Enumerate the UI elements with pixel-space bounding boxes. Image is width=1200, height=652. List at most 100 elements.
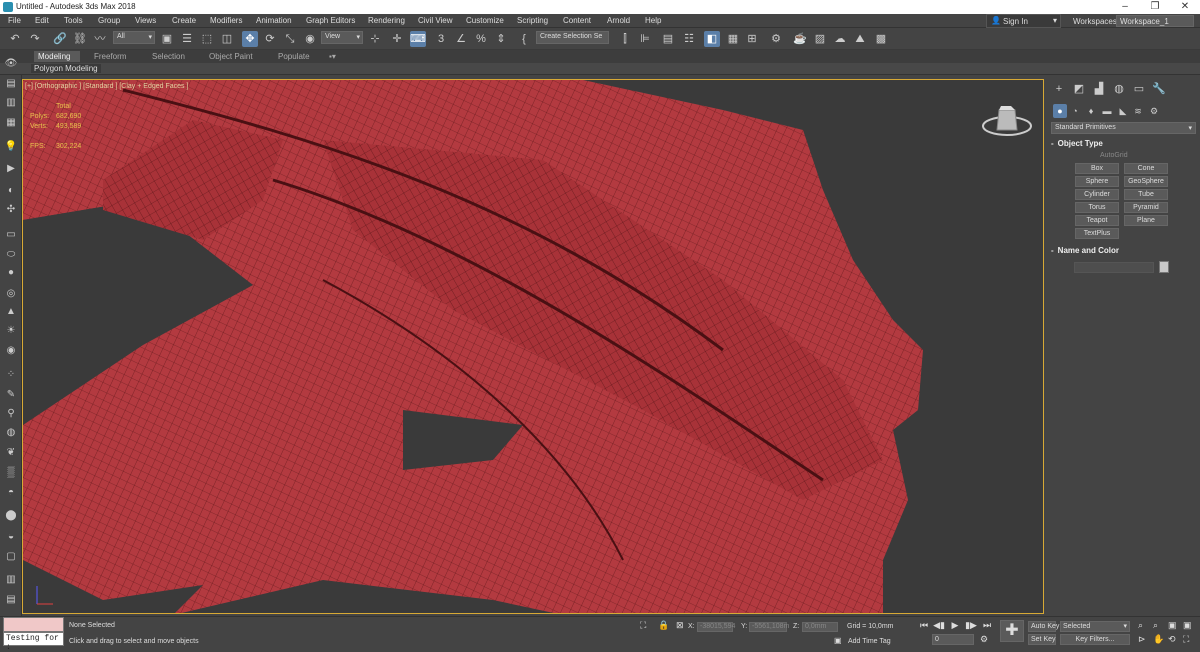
menu-civil-view[interactable]: Civil View [418,16,453,25]
auto-key-button[interactable]: Auto Key [1028,621,1059,632]
torus-icon[interactable]: ◎ [3,287,19,301]
isolate-icon[interactable]: ⛶ [640,620,646,631]
tab-modeling[interactable]: Modeling [34,51,80,62]
edit-named-sel-icon[interactable]: { [516,31,532,47]
manipulate-icon[interactable]: ✛ [389,31,405,47]
helper-icon[interactable]: ◐ [3,184,19,198]
menu-tools[interactable]: Tools [64,16,83,25]
curve-editor-icon[interactable]: ◧ [704,31,720,47]
y-coordinate-field[interactable]: -5561,108m [749,622,789,632]
menu-animation[interactable]: Animation [256,16,292,25]
display-tab-icon[interactable]: ▭ [1132,82,1146,96]
cone-icon[interactable]: ▲ [3,305,19,319]
menu-graph-editors[interactable]: Graph Editors [306,16,355,25]
zoom-icon[interactable]: ⌕ [1138,620,1143,631]
render-region-icon[interactable]: ▢ [3,550,19,564]
render-cloud-icon[interactable]: ☁ [832,31,848,47]
sun-icon[interactable]: ☀ [3,324,19,338]
primitive-type-dropdown[interactable]: Standard Primitives ▾ [1051,122,1196,134]
redo-icon[interactable]: ↷ [27,31,43,47]
pyramid-button[interactable]: Pyramid [1124,202,1168,213]
a360-gallery-icon[interactable]: ⛰ [852,31,868,47]
menu-modifiers[interactable]: Modifiers [210,16,242,25]
menu-group[interactable]: Group [98,16,120,25]
lock-selection-icon[interactable]: 🔒 [658,620,669,631]
cylinder-button[interactable]: Cylinder [1075,189,1119,200]
schematic-view-icon[interactable]: ▦ [725,31,741,47]
menu-customize[interactable]: Customize [466,16,504,25]
modify-tab-icon[interactable]: ◩ [1072,82,1086,96]
tab-freeform[interactable]: Freeform [90,51,130,62]
key-selection-dropdown[interactable]: Selected ▾ [1060,621,1130,632]
light-icon[interactable]: 💡 [3,140,19,154]
place-icon[interactable]: ◉ [302,31,318,47]
geometry-icon[interactable]: ● [1053,104,1067,118]
menu-create[interactable]: Create [172,16,196,25]
maximize-button[interactable]: ❐ [1140,0,1170,14]
menu-edit[interactable]: Edit [35,16,49,25]
script-icon[interactable]: ▤ [3,593,19,607]
camera-icon[interactable]: ▶ [3,162,19,176]
geosphere-button[interactable]: GeoSphere [1124,176,1168,187]
tab-populate[interactable]: Populate [274,51,314,62]
current-frame-field[interactable]: 0 [932,634,974,645]
autogrid-checkbox[interactable]: AutoGrid [1100,152,1128,159]
bind-spacewarp-icon[interactable]: 〰 [92,31,108,47]
menu-views[interactable]: Views [135,16,156,25]
sphere-icon[interactable]: ● [3,266,19,280]
pan-icon[interactable]: ✋ [1153,634,1164,645]
select-move-icon[interactable]: ✥ [242,31,258,47]
create-tab-icon[interactable]: + [1052,82,1066,96]
spacewarps-icon[interactable]: ≋ [1131,104,1145,118]
viewport-label[interactable]: [+] [Orthographic ] [Standard ] [Clay + … [25,83,188,90]
plane-icon[interactable]: ⬭ [3,248,19,262]
fov-icon[interactable]: ⊳ [1138,634,1146,645]
set-key-button[interactable]: Set Key [1028,634,1056,645]
maxscript-listener-top[interactable] [3,617,64,632]
layer-explorer-icon[interactable]: ▤ [660,31,676,47]
viewport-orthographic[interactable]: [+] [Orthographic ] [Standard ] [Clay + … [22,79,1044,614]
snaps-toggle-icon[interactable]: 3 [433,31,449,47]
workspace-select[interactable]: Workspace_1 [1116,15,1194,27]
named-selection-dropdown[interactable]: Create Selection Se [536,31,609,44]
select-by-name-icon[interactable]: ☰ [179,31,195,47]
sign-in-button[interactable]: 👤 Sign In ▾ [986,14,1061,28]
ribbon-options-icon[interactable]: ▪▾ [325,51,340,62]
render-setup-icon[interactable]: ⚙ [768,31,784,47]
spacewarp-icon[interactable]: ✣ [3,203,19,217]
ring-icon[interactable]: ◉ [3,344,19,358]
keyboard-shortcut-icon[interactable]: ⌨ [410,31,426,47]
lights-icon[interactable]: ♦ [1084,104,1098,118]
helpers-icon[interactable]: ◣ [1116,104,1130,118]
key-filters-button[interactable]: Key Filters... [1060,634,1130,645]
menu-rendering[interactable]: Rendering [368,16,405,25]
menu-content[interactable]: Content [563,16,591,25]
polygon-modeling-panel[interactable]: Polygon Modeling [31,64,101,73]
angle-snap-icon[interactable]: ∠ [453,31,469,47]
material-editor-icon[interactable]: ⊞ [744,31,760,47]
menu-scripting[interactable]: Scripting [517,16,548,25]
close-button[interactable]: ✕ [1170,0,1200,14]
absolute-mode-icon[interactable]: ⊠ [676,620,684,631]
rendered-frame-icon[interactable]: ☕ [792,31,808,47]
box-icon[interactable]: ▭ [3,228,19,242]
unlink-icon[interactable]: ⛓ [72,31,88,47]
terrain-icon[interactable]: ▒ [3,466,19,480]
scene-explorer-icon[interactable]: ▤ [3,77,19,91]
zoom-extents-all-icon[interactable]: ▣ [1183,620,1192,631]
teapot-button[interactable]: Teapot [1075,215,1119,226]
reference-coord-dropdown[interactable]: View ▾ [321,31,363,44]
systems-icon[interactable]: ⚙ [1147,104,1161,118]
textplus-button[interactable]: TextPlus [1075,228,1119,239]
next-frame-icon[interactable]: ▮▶ [965,619,977,631]
maximize-viewport-icon[interactable]: ⛶ [1183,634,1189,645]
window-crossing-icon[interactable]: ◫ [219,31,235,47]
object-type-rollout[interactable]: - Object Type [1051,139,1196,148]
tab-selection[interactable]: Selection [148,51,189,62]
z-coordinate-field[interactable]: 0,0mm [802,622,838,632]
x-coordinate-field[interactable]: -38015,594 [697,622,735,632]
extra-panel-icon[interactable]: ▩ [873,31,889,47]
name-color-rollout[interactable]: - Name and Color [1051,246,1196,255]
previous-frame-icon[interactable]: ◀▮ [933,619,945,631]
plane-button[interactable]: Plane [1124,215,1168,226]
